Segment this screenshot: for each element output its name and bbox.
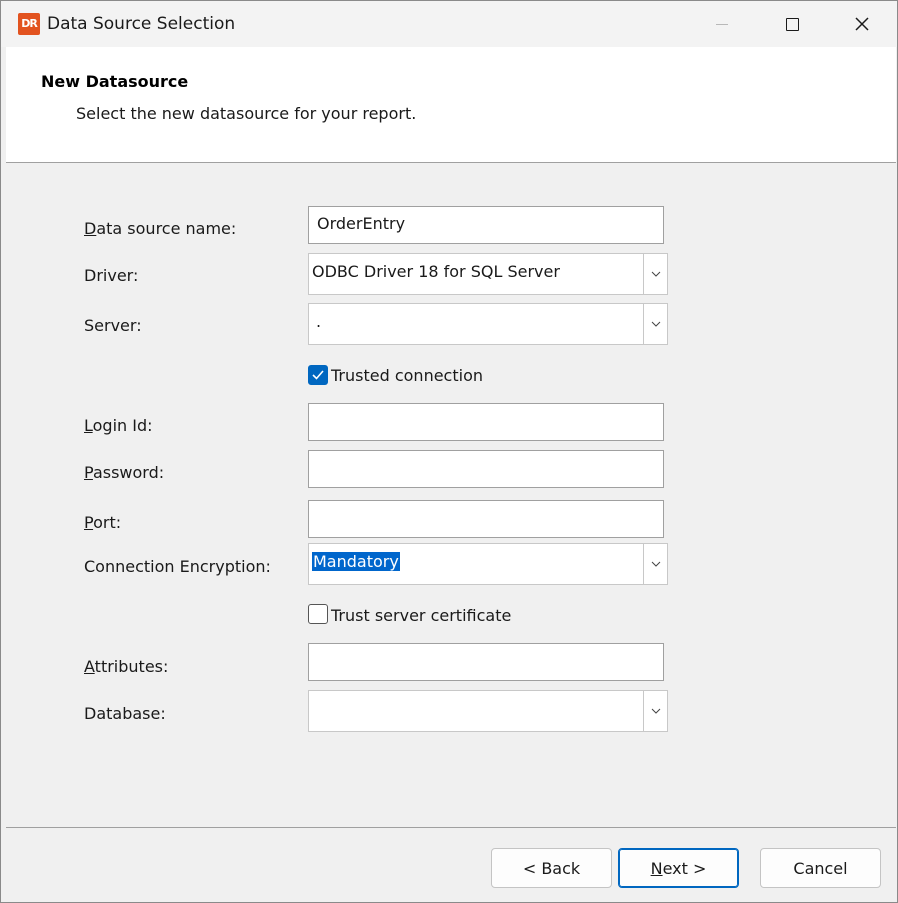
database-select[interactable] xyxy=(308,690,668,732)
database-dropdown-button[interactable] xyxy=(643,691,667,731)
footer-divider xyxy=(6,827,896,828)
app-logo-icon: DR xyxy=(18,13,40,35)
trust-server-certificate-label[interactable]: Trust server certificate xyxy=(331,606,511,625)
connection-encryption-value: Mandatory xyxy=(312,552,400,571)
dialog-window: DR Data Source Selection New Datasource … xyxy=(0,0,898,903)
attributes-label: Attributes: xyxy=(84,657,169,676)
wizard-header: New Datasource Select the new datasource… xyxy=(6,47,896,163)
chevron-down-icon xyxy=(651,271,660,277)
driver-value: ODBC Driver 18 for SQL Server xyxy=(312,262,560,281)
data-source-name-label: Data source name: xyxy=(84,219,237,238)
server-select[interactable]: . xyxy=(308,303,668,345)
minimize-icon xyxy=(716,23,728,25)
connection-encryption-select[interactable]: Mandatory xyxy=(308,543,668,585)
trusted-connection-label[interactable]: Trusted connection xyxy=(331,366,483,385)
connection-encryption-dropdown-button[interactable] xyxy=(643,544,667,584)
chevron-down-icon xyxy=(651,708,660,714)
server-value: . xyxy=(316,312,322,331)
maximize-button[interactable] xyxy=(757,1,827,47)
title-bar[interactable]: DR Data Source Selection xyxy=(1,1,897,47)
driver-dropdown-button[interactable] xyxy=(643,254,667,294)
back-button[interactable]: < Back xyxy=(491,848,612,888)
driver-select[interactable]: ODBC Driver 18 for SQL Server xyxy=(308,253,668,295)
login-id-input[interactable] xyxy=(308,403,664,441)
minimize-button[interactable] xyxy=(687,1,757,47)
connection-encryption-label: Connection Encryption: xyxy=(84,557,271,576)
driver-label: Driver: xyxy=(84,266,139,285)
port-label: Port: xyxy=(84,513,122,532)
login-id-label: Login Id: xyxy=(84,416,153,435)
chevron-down-icon xyxy=(651,321,660,327)
chevron-down-icon xyxy=(651,561,660,567)
password-input[interactable] xyxy=(308,450,664,488)
database-label: Database: xyxy=(84,704,166,723)
server-label: Server: xyxy=(84,316,142,335)
password-label: Password: xyxy=(84,463,165,482)
attributes-input[interactable] xyxy=(308,643,664,681)
window-title: Data Source Selection xyxy=(47,14,236,34)
maximize-icon xyxy=(785,17,799,31)
next-button[interactable]: Next > xyxy=(618,848,739,888)
trusted-connection-checkbox[interactable] xyxy=(308,365,328,385)
cancel-button[interactable]: Cancel xyxy=(760,848,881,888)
data-source-name-input[interactable]: OrderEntry xyxy=(308,206,664,244)
page-subtitle: Select the new datasource for your repor… xyxy=(76,104,417,123)
close-button[interactable] xyxy=(827,1,897,47)
port-input[interactable] xyxy=(308,500,664,538)
trust-server-certificate-checkbox[interactable] xyxy=(308,604,328,624)
server-dropdown-button[interactable] xyxy=(643,304,667,344)
checkmark-icon xyxy=(312,370,324,380)
close-icon xyxy=(855,17,869,31)
page-title: New Datasource xyxy=(41,72,189,91)
